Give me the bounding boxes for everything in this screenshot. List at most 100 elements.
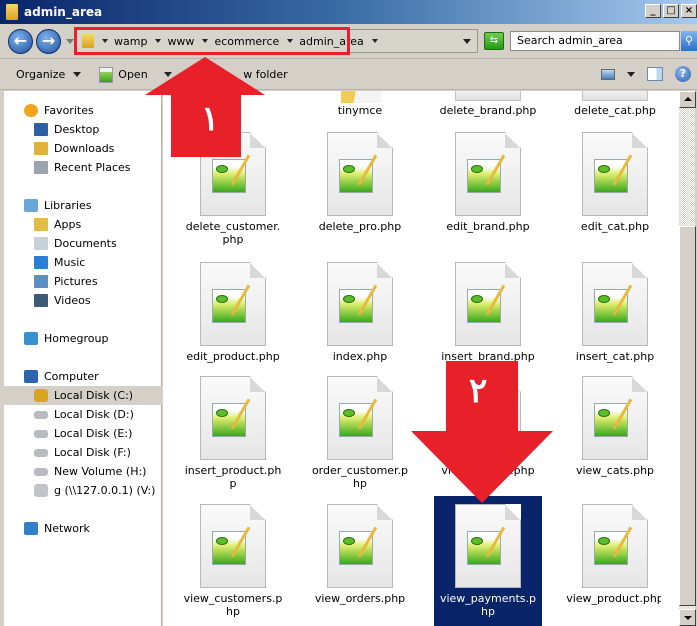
folder-icon [34, 218, 48, 231]
sidebar-group-computer[interactable]: Computer [4, 367, 162, 386]
sidebar-item[interactable]: Local Disk (D:) [4, 405, 162, 424]
breadcrumb-admin-area[interactable]: admin_area [299, 35, 364, 48]
videos-icon [34, 294, 48, 307]
window-title: admin_area [24, 5, 103, 19]
open-label: Open [118, 68, 148, 81]
file-icon[interactable] [455, 91, 521, 101]
address-dropdown-icon[interactable] [463, 39, 471, 44]
address-bar[interactable]: wamp www ecommerce admin_area [76, 29, 478, 53]
preview-pane-icon[interactable] [647, 67, 663, 81]
breadcrumb-ecommerce[interactable]: ecommerce [214, 35, 279, 48]
file-item[interactable]: view_payments.php [434, 496, 542, 626]
sidebar-item[interactable]: New Volume (H:) [4, 462, 162, 481]
file-list: es tinymce delete_brand.php delete_cat.phpd… [163, 91, 661, 626]
vertical-scrollbar[interactable] [678, 91, 696, 626]
recent-pages-dropdown[interactable] [66, 39, 74, 44]
file-item[interactable]: view_customers.php [179, 496, 287, 622]
scrollbar-thumb[interactable] [679, 226, 696, 606]
sidebar-group-network[interactable]: Network [4, 519, 162, 538]
sidebar-item[interactable]: Apps [4, 215, 162, 234]
close-button[interactable]: × [681, 4, 697, 18]
sidebar-group-favorites[interactable]: Favorites [4, 101, 162, 120]
file-item[interactable]: edit_cat.php [561, 124, 661, 250]
file-icon[interactable] [582, 91, 648, 101]
forward-button[interactable]: → [36, 29, 61, 54]
search-input[interactable]: Search admin_area [510, 31, 680, 51]
sidebar-item-label: Documents [54, 237, 117, 250]
open-button[interactable]: Open [99, 66, 172, 83]
sidebar-label: Homegroup [44, 332, 109, 345]
file-item[interactable]: view_product.php [561, 496, 661, 622]
sidebar-group-libraries[interactable]: Libraries [4, 196, 162, 215]
notepad-file-icon [200, 376, 266, 460]
scroll-up-button[interactable] [679, 91, 696, 108]
notepad-file-icon [200, 262, 266, 346]
notepad-file-icon [327, 376, 393, 460]
file-item[interactable]: delete_customer.php [179, 124, 287, 250]
sidebar-item[interactable]: Local Disk (C:) [4, 386, 162, 405]
file-item[interactable]: order_customer.php [306, 368, 414, 494]
chevron-down-icon[interactable] [163, 72, 172, 77]
sidebar-item[interactable]: Music [4, 253, 162, 272]
file-label[interactable]: delete_brand.php [434, 104, 542, 117]
file-label[interactable]: delete_cat.php [561, 104, 661, 117]
sidebar-item[interactable]: Local Disk (F:) [4, 443, 162, 462]
libraries-icon [24, 199, 38, 212]
file-item[interactable]: view_brands.php [434, 368, 542, 494]
file-item[interactable]: view_orders.php [306, 496, 414, 622]
sidebar-item[interactable]: Desktop [4, 120, 162, 139]
sidebar-item[interactable]: Local Disk (E:) [4, 424, 162, 443]
file-item[interactable]: insert_cat.php [561, 254, 661, 380]
sidebar-group-homegroup[interactable]: Homegroup [4, 329, 162, 348]
sidebar-item[interactable]: Videos [4, 291, 162, 310]
change-view-icon[interactable] [601, 68, 615, 80]
file-item[interactable]: edit_brand.php [434, 124, 542, 250]
file-label[interactable]: es [179, 104, 287, 117]
homegroup-icon [24, 332, 38, 345]
maximize-button[interactable]: □ [663, 4, 679, 18]
help-icon[interactable]: ? [675, 66, 691, 82]
breadcrumb-chevron-icon[interactable] [287, 39, 294, 43]
file-label: view_brands.php [441, 464, 535, 477]
sidebar-item[interactable]: Downloads [4, 139, 162, 158]
folder-icon[interactable] [341, 91, 381, 103]
sidebar-item[interactable]: Pictures [4, 272, 162, 291]
star-icon [24, 104, 38, 117]
sidebar-label: Computer [44, 370, 99, 383]
file-item[interactable]: insert_product.php [179, 368, 287, 494]
file-item[interactable]: index.php [306, 254, 414, 380]
search-icon[interactable]: ⚲ [681, 31, 697, 51]
sidebar-item[interactable]: Documents [4, 234, 162, 253]
file-label: insert_brand.php [441, 350, 535, 363]
notepad-file-icon [582, 132, 648, 216]
breadcrumb-chevron-icon[interactable] [371, 39, 378, 43]
scroll-down-button[interactable] [679, 609, 696, 626]
breadcrumb-chevron-icon[interactable] [102, 39, 108, 43]
back-button[interactable]: ← [8, 29, 33, 54]
breadcrumb-wamp[interactable]: wamp [114, 35, 147, 48]
file-label: view_cats.php [575, 464, 655, 477]
drive-icon [34, 429, 48, 438]
breadcrumb-chevron-icon[interactable] [155, 39, 162, 43]
sidebar-item-label: Recent Places [54, 161, 131, 174]
sidebar-item[interactable]: Recent Places [4, 158, 162, 177]
file-item[interactable]: delete_pro.php [306, 124, 414, 250]
notepad-file-icon [582, 376, 648, 460]
refresh-button[interactable]: ⇆ [484, 32, 504, 50]
file-label[interactable]: tinymce [306, 104, 414, 117]
new-folder-button[interactable]: w folder [243, 68, 287, 81]
breadcrumb-chevron-icon[interactable] [202, 39, 209, 43]
sidebar-item[interactable]: g (\\127.0.0.1) (V:) [4, 481, 162, 500]
chevron-down-icon[interactable] [627, 71, 635, 77]
file-item[interactable]: insert_brand.php [434, 254, 542, 380]
navigation-pane: Favorites Desktop Downloads Recent Places Li… [4, 91, 162, 626]
minimize-button[interactable]: _ [645, 4, 661, 18]
file-label: index.php [332, 350, 388, 363]
organize-button[interactable]: Organize [16, 68, 82, 81]
breadcrumb-www[interactable]: www [167, 35, 194, 48]
file-item[interactable]: view_cats.php [561, 368, 661, 494]
file-item[interactable]: edit_product.php [179, 254, 287, 380]
file-label: delete_pro.php [318, 220, 402, 233]
notepad-file-icon [327, 504, 393, 588]
burn-button[interactable]: B [192, 68, 200, 81]
